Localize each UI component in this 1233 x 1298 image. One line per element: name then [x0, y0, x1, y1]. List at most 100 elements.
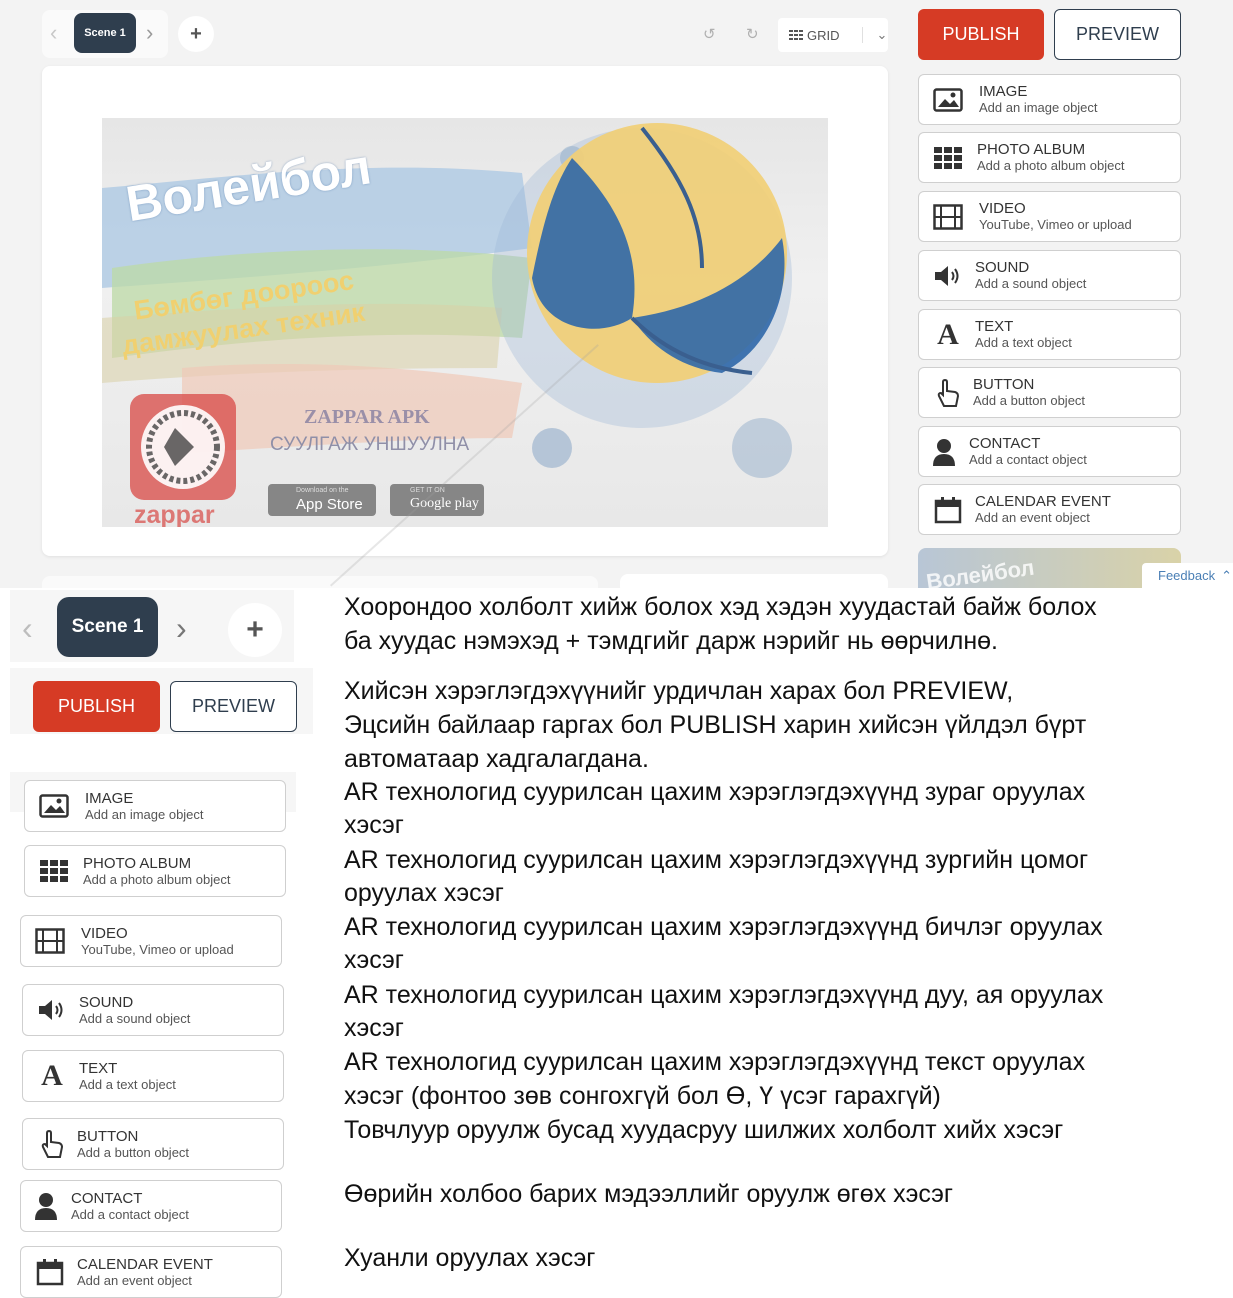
contact-object-subtitle: Add a contact object	[969, 452, 1087, 467]
feedback-label: Feedback	[1158, 568, 1216, 583]
video-object-subtitle: YouTube, Vimeo or upload	[81, 941, 234, 957]
appstore-caption: Download on the	[296, 487, 349, 494]
calendar-object-subtitle: Add an event object	[77, 1272, 192, 1288]
desc-line: хэсэг	[344, 1014, 404, 1042]
calendar-object-title: CALENDAR EVENT	[77, 1255, 213, 1273]
speaker-icon	[35, 998, 69, 1022]
button-object-subtitle: Add a button object	[973, 393, 1086, 408]
grid-icon	[789, 30, 803, 40]
desc-line: AR технологид суурилсан цахим хэрэглэгдэ…	[344, 1048, 1086, 1076]
desc-line: автоматаар хадгалагдана.	[344, 745, 649, 773]
button-object-button-zoom[interactable]: BUTTON Add a button object	[22, 1118, 284, 1170]
text-object-title: TEXT	[79, 1059, 118, 1077]
sound-object-subtitle: Add a sound object	[79, 1010, 191, 1026]
sound-object-button-zoom[interactable]: SOUND Add a sound object	[22, 984, 284, 1036]
calendar-object-button-zoom[interactable]: CALENDAR EVENT Add an event object	[20, 1246, 282, 1298]
appstore-label: App Store	[296, 496, 363, 513]
image-object-button-zoom[interactable]: IMAGE Add an image object	[24, 780, 286, 832]
desc-line: хэсэг (фонтоо зөв сонгохгүй бол Ө, Ү үсэ…	[344, 1082, 941, 1110]
sound-object-title: SOUND	[975, 259, 1030, 276]
pointer-hand-icon	[35, 1129, 69, 1159]
chevron-right-icon[interactable]: ›	[176, 612, 187, 644]
photo-album-object-title: PHOTO ALBUM	[977, 141, 1086, 158]
video-object-title: VIDEO	[81, 924, 128, 942]
calendar-object-subtitle: Add an event object	[975, 510, 1090, 525]
desc-line: ба хуудас нэмэхэд + тэмдгийг дарж нэрийг…	[344, 627, 999, 655]
chevron-left-icon[interactable]: ‹	[50, 22, 57, 44]
text-object-button-zoom[interactable]: A TEXT Add a text object	[22, 1050, 284, 1102]
grid-toggle[interactable]: GRID ⌄	[778, 18, 888, 52]
add-scene-button[interactable]: +	[178, 16, 214, 52]
desc-line: AR технологид суурилсан цахим хэрэглэгдэ…	[344, 981, 1104, 1009]
preview-button[interactable]: PREVIEW	[1054, 9, 1181, 60]
contact-object-button-zoom[interactable]: CONTACT Add a contact object	[20, 1180, 282, 1232]
chevron-right-icon[interactable]: ›	[146, 22, 153, 44]
scene-tab[interactable]: Scene 1	[74, 13, 136, 53]
image-icon	[37, 794, 71, 818]
desc-line: хэсэг	[344, 946, 404, 974]
photo-album-object-button-zoom[interactable]: PHOTO ALBUM Add a photo album object	[24, 845, 286, 897]
film-icon	[931, 203, 965, 230]
text-object-button[interactable]: A TEXT Add a text object	[918, 309, 1181, 360]
sound-object-title: SOUND	[79, 993, 134, 1011]
video-object-button-zoom[interactable]: VIDEO YouTube, Vimeo or upload	[20, 915, 282, 967]
image-object-subtitle: Add an image object	[85, 806, 204, 822]
video-object-button[interactable]: VIDEO YouTube, Vimeo or upload	[918, 191, 1181, 242]
person-icon	[29, 1192, 63, 1220]
add-scene-button-zoom[interactable]: +	[228, 603, 282, 657]
desc-line: Хоорондоо холболт хийж болох хэд хэдэн х…	[344, 593, 1097, 621]
contact-object-button[interactable]: CONTACT Add a contact object	[918, 426, 1181, 477]
button-object-title: BUTTON	[77, 1127, 139, 1145]
contact-object-subtitle: Add a contact object	[71, 1206, 189, 1222]
letter-a-icon: A	[937, 317, 959, 351]
sound-object-button[interactable]: SOUND Add a sound object	[918, 250, 1181, 301]
desc-line: Хийсэн хэрэглэгдэхүүнийг урдичлан харах …	[344, 677, 1014, 705]
image-object-subtitle: Add an image object	[979, 100, 1098, 115]
feedback-tab[interactable]: Feedback ⌃	[1142, 563, 1233, 588]
contact-object-title: CONTACT	[71, 1189, 143, 1207]
undo-icon[interactable]: ↺	[703, 25, 716, 43]
photo-album-object-subtitle: Add a photo album object	[83, 871, 231, 887]
editor-screenshot: ‹ Scene 1 › + ↺ ↻ GRID ⌄ PUBLISH PREVIEW	[0, 0, 1233, 588]
thumbnail-text: Волейбол	[924, 554, 1036, 588]
image-object-title: IMAGE	[85, 789, 134, 807]
contact-object-title: CONTACT	[969, 435, 1041, 452]
publish-button[interactable]: PUBLISH	[918, 9, 1044, 60]
text-object-subtitle: Add a text object	[79, 1076, 176, 1092]
photo-album-object-title: PHOTO ALBUM	[83, 854, 192, 872]
image-object-button[interactable]: IMAGE Add an image object	[918, 74, 1181, 125]
calendar-icon	[33, 1258, 67, 1286]
poster-zappar-apk: ZAPPAR APK	[304, 406, 430, 428]
desc-line: Өөрийн холбоо барих мэдээллийг оруулж өг…	[344, 1180, 954, 1208]
poster-scan-text: СУУЛГАЖ УНШУУЛНА	[270, 434, 470, 455]
zappar-logo: zappar	[134, 501, 215, 527]
text-object-subtitle: Add a text object	[975, 335, 1072, 350]
photo-album-object-subtitle: Add a photo album object	[977, 158, 1125, 173]
button-object-subtitle: Add a button object	[77, 1144, 190, 1160]
desc-line: AR технологид суурилсан цахим хэрэглэгдэ…	[344, 913, 1103, 941]
chevron-down-icon[interactable]: ⌄	[861, 27, 887, 43]
redo-icon[interactable]: ↻	[746, 25, 759, 43]
button-object-button[interactable]: BUTTON Add a button object	[918, 367, 1181, 418]
desc-line: Хуанли оруулах хэсэг	[344, 1244, 596, 1272]
lower-toolbar-peek	[42, 576, 598, 588]
pointer-hand-icon	[931, 378, 965, 408]
photo-album-object-button[interactable]: PHOTO ALBUM Add a photo album object	[918, 132, 1181, 183]
desc-line: AR технологид суурилсан цахим хэрэглэгдэ…	[344, 846, 1089, 874]
image-object-title: IMAGE	[979, 83, 1028, 100]
chevron-left-icon[interactable]: ‹	[22, 612, 33, 644]
photo-album-icon	[37, 859, 71, 883]
grid-label: GRID	[807, 27, 840, 43]
calendar-object-button[interactable]: CALENDAR EVENT Add an event object	[918, 484, 1181, 535]
letter-a-icon: A	[41, 1059, 63, 1092]
object-list: IMAGE Add an image object PHOTO ALBUM Add …	[918, 74, 1181, 544]
calendar-object-title: CALENDAR EVENT	[975, 493, 1111, 510]
speaker-icon	[931, 264, 965, 288]
preview-button-zoom[interactable]: PREVIEW	[170, 681, 297, 732]
desc-line: Эцсийн байлаар гаргах бол PUBLISH харин …	[344, 711, 1087, 739]
photo-album-icon	[931, 146, 965, 170]
sound-object-subtitle: Add a sound object	[975, 276, 1087, 291]
desc-line: хэсэг	[344, 811, 404, 839]
scene-tab-zoom[interactable]: Scene 1	[57, 597, 158, 657]
publish-button-zoom[interactable]: PUBLISH	[33, 681, 160, 732]
